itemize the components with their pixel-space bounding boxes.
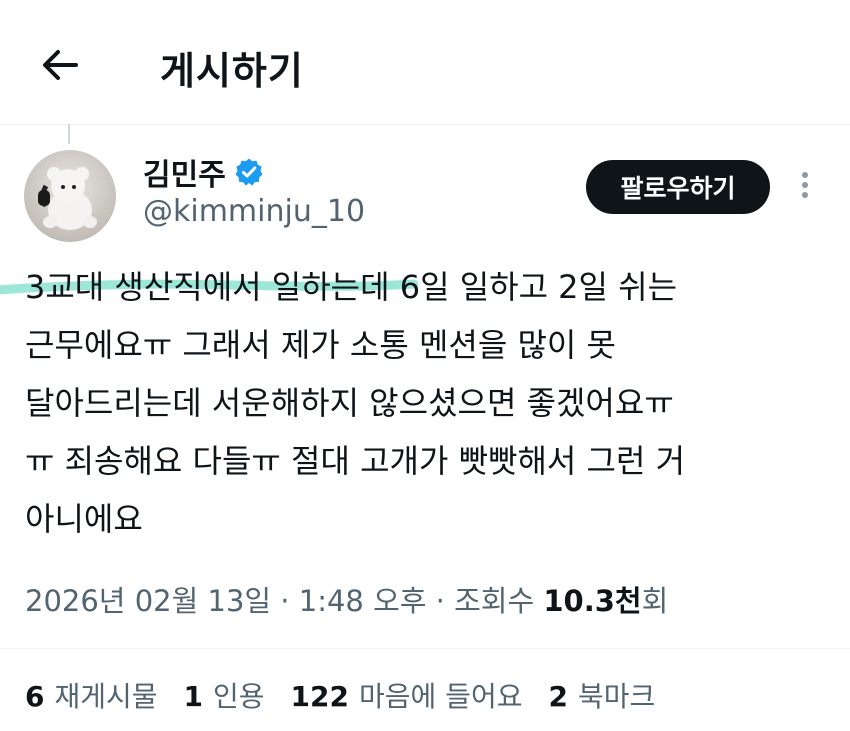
likes-count: 122 (290, 680, 349, 713)
bookmarks-count: 2 (548, 680, 568, 713)
header-bar: 게시하기 (0, 0, 850, 124)
author-name-row: 김민주 (143, 150, 264, 194)
stats-divider (0, 648, 850, 649)
avatar[interactable] (24, 150, 116, 242)
quotes-count: 1 (183, 680, 204, 713)
author-handle[interactable]: @kimminju_10 (143, 194, 365, 229)
reposts-stat[interactable]: 6 재게시물 (25, 675, 158, 715)
arrow-left-icon (43, 50, 78, 80)
bookmarks-stat[interactable]: 2 북마크 (548, 675, 655, 715)
views-suffix: 회 (641, 584, 669, 618)
header-divider (0, 124, 850, 125)
more-options-button[interactable] (795, 168, 815, 206)
verified-badge-icon (235, 158, 263, 186)
views-count: 10.3천 (543, 584, 642, 618)
back-button[interactable] (38, 42, 84, 88)
quotes-label: 인용 (213, 680, 265, 713)
thread-connector-line (68, 124, 70, 144)
likes-label: 마음에 들어요 (359, 680, 523, 713)
bookmarks-label: 북마크 (577, 680, 656, 713)
likes-stat[interactable]: 122 마음에 들어요 (291, 675, 523, 715)
reposts-label: 재게시물 (54, 680, 158, 713)
timestamp[interactable]: 2026년 02월 13일 · 1:48 오후 · 조회수 (25, 584, 543, 618)
display-name[interactable]: 김민주 (143, 150, 226, 194)
more-dots-icon (802, 172, 808, 178)
engagement-stats: 6 재게시물 1 인용 122 마음에 들어요 2 북마크 (25, 675, 681, 715)
avatar-image (24, 150, 116, 242)
reposts-count: 6 (25, 680, 45, 713)
tweet-text-body: 6일 일하고 2일 쉬는 근무에요ㅠ 그래서 제가 소통 멘션을 많이 못 달아… (25, 268, 686, 538)
quotes-stat[interactable]: 1 인용 (184, 675, 265, 715)
tweet-meta: 2026년 02월 13일 · 1:48 오후 · 조회수 10.3천회 (25, 578, 668, 620)
tweet-text: 3교대 생산직에서 일하는데 6일 일하고 2일 쉬는 근무에요ㅠ 그래서 제가… (25, 258, 825, 548)
follow-button[interactable]: 팔로우하기 (586, 160, 770, 214)
page-title: 게시하기 (160, 49, 304, 93)
highlighted-text: 3교대 생산직에서 일하는데 (25, 268, 390, 306)
